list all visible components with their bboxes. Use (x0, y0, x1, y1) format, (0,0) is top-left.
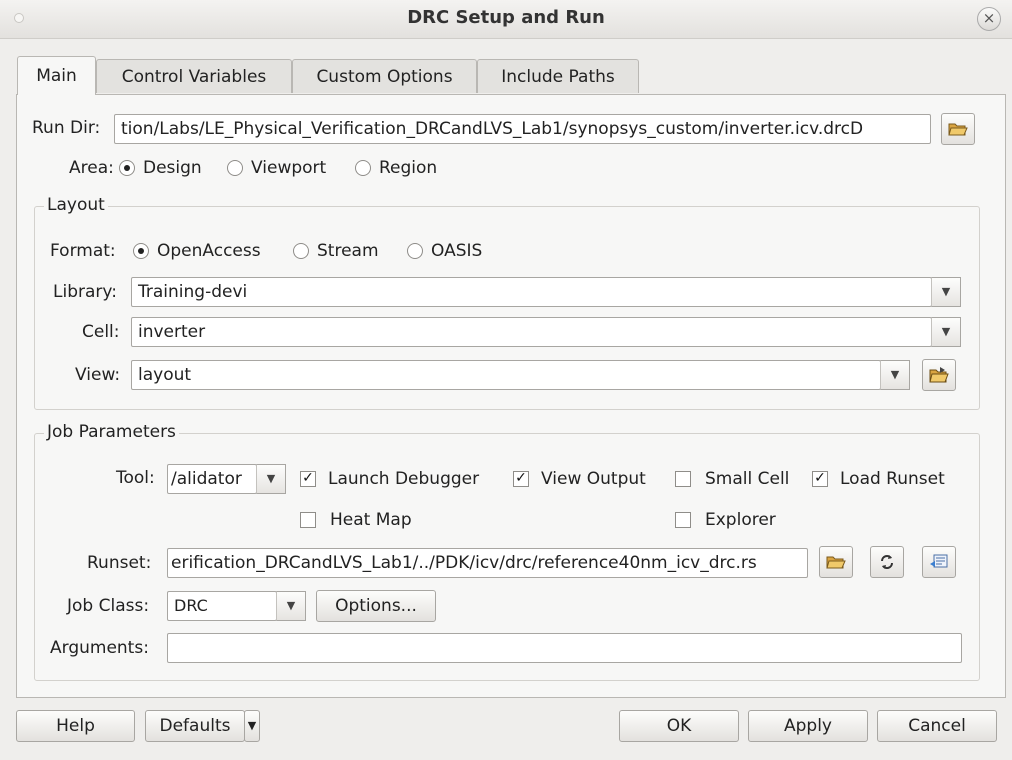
area-viewport-label: Viewport (251, 158, 327, 178)
format-oasis-label: OASIS (431, 241, 483, 261)
run-dir-input[interactable]: tion/Labs/LE_Physical_Verification_DRCan… (114, 114, 931, 144)
folder-browse-icon (929, 367, 949, 383)
radio-unselected-icon (407, 243, 423, 259)
refresh-icon (881, 555, 893, 569)
checkbox-checked-icon: ✓ (300, 471, 316, 487)
area-region-radio[interactable]: Region (355, 158, 437, 178)
view-label: View: (75, 365, 121, 385)
view-output-label: View Output (541, 469, 646, 489)
format-openaccess-label: OpenAccess (157, 241, 261, 261)
radio-selected-icon (119, 160, 135, 176)
explorer-label: Explorer (705, 510, 776, 530)
apply-button[interactable]: Apply (748, 710, 868, 742)
format-label: Format: (50, 241, 116, 261)
run-dir-label: Run Dir: (32, 118, 101, 138)
cancel-button[interactable]: Cancel (877, 710, 997, 742)
checkbox-unchecked-icon (300, 512, 316, 528)
arguments-input[interactable] (167, 633, 962, 663)
format-stream-label: Stream (317, 241, 379, 261)
area-design-radio[interactable]: Design (119, 158, 202, 178)
area-label: Area: (69, 158, 114, 178)
checkbox-checked-icon: ✓ (812, 471, 828, 487)
cell-dropdown-arrow[interactable]: ▼ (931, 317, 961, 347)
defaults-dropdown-arrow[interactable]: ▼ (244, 710, 260, 742)
small-cell-label: Small Cell (705, 469, 790, 489)
close-icon[interactable]: × (977, 7, 1001, 31)
tab-custom-options[interactable]: Custom Options (292, 59, 477, 93)
ok-button[interactable]: OK (619, 710, 739, 742)
view-browse-button[interactable] (922, 359, 956, 391)
help-button[interactable]: Help (16, 710, 135, 742)
radio-unselected-icon (227, 160, 243, 176)
tool-label: Tool: (116, 468, 155, 488)
runset-browse-button[interactable] (819, 546, 853, 578)
edit-runset-icon (930, 554, 948, 568)
load-runset-label: Load Runset (840, 469, 945, 489)
area-design-label: Design (143, 158, 202, 178)
small-cell-checkbox[interactable]: Small Cell (675, 469, 789, 489)
library-label: Library: (53, 282, 117, 302)
launch-debugger-label: Launch Debugger (328, 469, 480, 489)
view-combo[interactable]: layout (131, 360, 881, 390)
cell-label: Cell: (82, 322, 120, 342)
arguments-label: Arguments: (50, 638, 149, 658)
tab-include-paths[interactable]: Include Paths (477, 59, 639, 93)
radio-unselected-icon (293, 243, 309, 259)
checkbox-checked-icon: ✓ (513, 471, 529, 487)
format-stream-radio[interactable]: Stream (293, 241, 379, 261)
runset-refresh-button[interactable] (870, 546, 904, 578)
area-region-label: Region (379, 158, 438, 178)
folder-open-icon (948, 123, 968, 136)
tool-combo[interactable]: /alidator (167, 464, 257, 494)
run-dir-browse-button[interactable] (941, 113, 975, 145)
job-class-label: Job Class: (67, 596, 150, 616)
tab-control-variables[interactable]: Control Variables (96, 59, 292, 93)
area-viewport-radio[interactable]: Viewport (227, 158, 326, 178)
runset-input[interactable]: erification_DRCandLVS_Lab1/../PDK/icv/dr… (167, 548, 808, 578)
layout-group-title: Layout (44, 195, 108, 215)
format-openaccess-radio[interactable]: OpenAccess (133, 241, 261, 261)
launch-debugger-checkbox[interactable]: ✓ Launch Debugger (300, 469, 479, 489)
job-parameters-title: Job Parameters (44, 422, 179, 442)
library-dropdown-arrow[interactable]: ▼ (931, 277, 961, 307)
heat-map-label: Heat Map (330, 510, 412, 530)
cell-combo[interactable]: inverter (131, 317, 932, 347)
library-combo[interactable]: Training-devi (131, 277, 932, 307)
view-dropdown-arrow[interactable]: ▼ (880, 360, 910, 390)
checkbox-unchecked-icon (675, 471, 691, 487)
radio-unselected-icon (355, 160, 371, 176)
tab-main[interactable]: Main (17, 56, 96, 95)
heat-map-checkbox[interactable]: Heat Map (300, 510, 412, 530)
runset-edit-button[interactable] (922, 546, 956, 578)
job-class-dropdown-arrow[interactable]: ▼ (276, 591, 306, 621)
defaults-button[interactable]: Defaults (145, 710, 245, 742)
runset-label: Runset: (87, 553, 152, 573)
tool-dropdown-arrow[interactable]: ▼ (256, 464, 286, 494)
format-oasis-radio[interactable]: OASIS (407, 241, 482, 261)
options-button[interactable]: Options... (316, 590, 436, 622)
folder-open-icon (826, 556, 846, 569)
job-class-combo[interactable]: DRC (167, 591, 277, 621)
explorer-checkbox[interactable]: Explorer (675, 510, 776, 530)
view-output-checkbox[interactable]: ✓ View Output (513, 469, 646, 489)
load-runset-checkbox[interactable]: ✓ Load Runset (812, 469, 945, 489)
window-title: DRC Setup and Run (407, 7, 605, 28)
radio-selected-icon (133, 243, 149, 259)
checkbox-unchecked-icon (675, 512, 691, 528)
